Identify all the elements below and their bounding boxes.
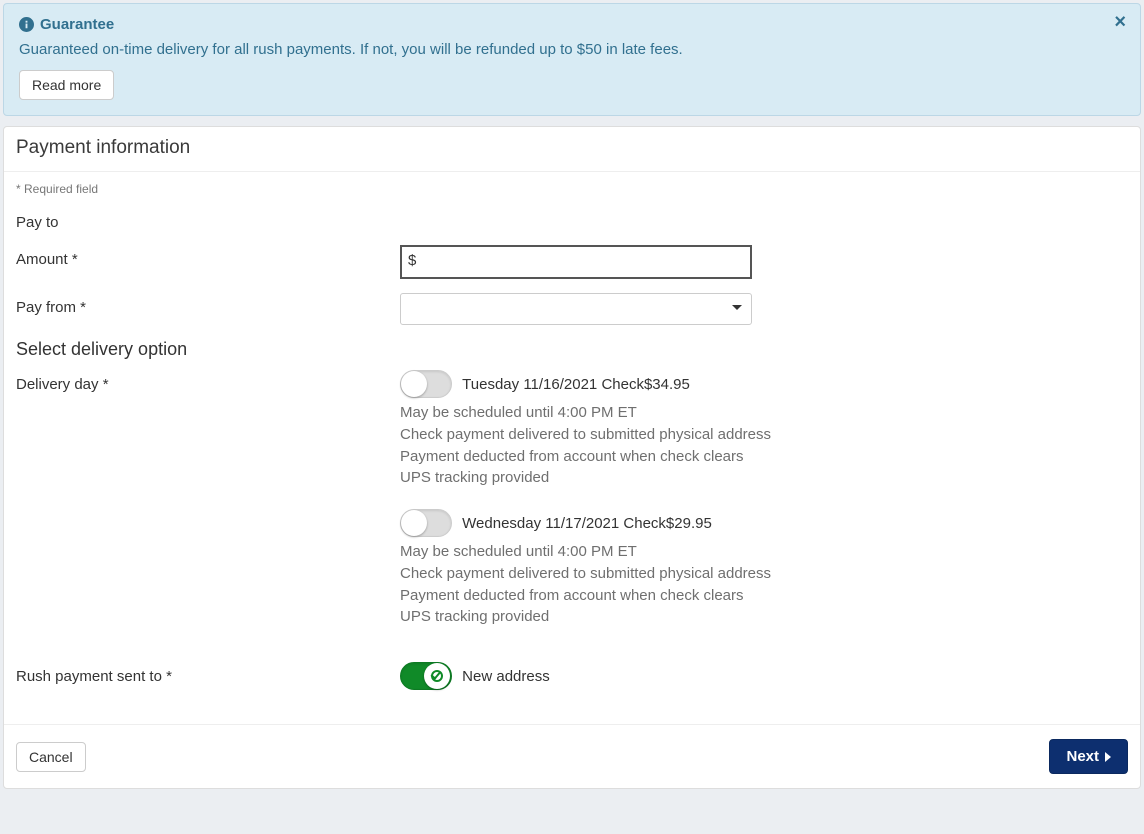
pay-from-select[interactable] bbox=[400, 293, 752, 325]
cancel-button[interactable]: Cancel bbox=[16, 742, 86, 772]
amount-label: Amount * bbox=[16, 245, 400, 268]
close-icon[interactable]: × bbox=[1114, 12, 1126, 32]
read-more-button[interactable]: Read more bbox=[19, 70, 114, 100]
rush-address-toggle[interactable] bbox=[400, 662, 452, 690]
panel-heading: Payment information bbox=[4, 127, 1140, 172]
next-button-label: Next bbox=[1066, 748, 1099, 765]
delivery-section-heading: Select delivery option bbox=[16, 339, 1128, 360]
required-note: * Required field bbox=[16, 182, 1128, 196]
pay-from-label: Pay from * bbox=[16, 293, 400, 316]
alert-title: Guarantee bbox=[19, 16, 1125, 33]
chevron-right-icon bbox=[1105, 752, 1111, 762]
payment-panel: Payment information * Required field Pay… bbox=[3, 126, 1141, 789]
delivery-option: Wednesday 11/17/2021 Check$29.95 May be … bbox=[400, 509, 1128, 628]
delivery-day-label: Delivery day * bbox=[16, 370, 400, 393]
delivery-toggle-2[interactable] bbox=[400, 509, 452, 537]
rush-address-label: New address bbox=[462, 668, 550, 685]
next-button[interactable]: Next bbox=[1049, 739, 1128, 774]
info-icon bbox=[19, 17, 34, 32]
guarantee-alert: × Guarantee Guaranteed on-time delivery … bbox=[3, 3, 1141, 116]
delivery-option-details: May be scheduled until 4:00 PM ET Check … bbox=[400, 402, 1128, 489]
delivery-option: Tuesday 11/16/2021 Check$34.95 May be sc… bbox=[400, 370, 1128, 489]
amount-input[interactable] bbox=[400, 245, 752, 279]
delivery-toggle-1[interactable] bbox=[400, 370, 452, 398]
panel-footer: Cancel Next bbox=[4, 724, 1140, 788]
alert-body: Guaranteed on-time delivery for all rush… bbox=[19, 41, 1125, 58]
delivery-option-label: Tuesday 11/16/2021 Check$34.95 bbox=[462, 376, 690, 393]
rush-sent-to-label: Rush payment sent to * bbox=[16, 662, 400, 685]
delivery-option-details: May be scheduled until 4:00 PM ET Check … bbox=[400, 541, 1128, 628]
pay-to-label: Pay to bbox=[16, 208, 400, 231]
alert-title-text: Guarantee bbox=[40, 16, 114, 33]
delivery-option-label: Wednesday 11/17/2021 Check$29.95 bbox=[462, 515, 712, 532]
